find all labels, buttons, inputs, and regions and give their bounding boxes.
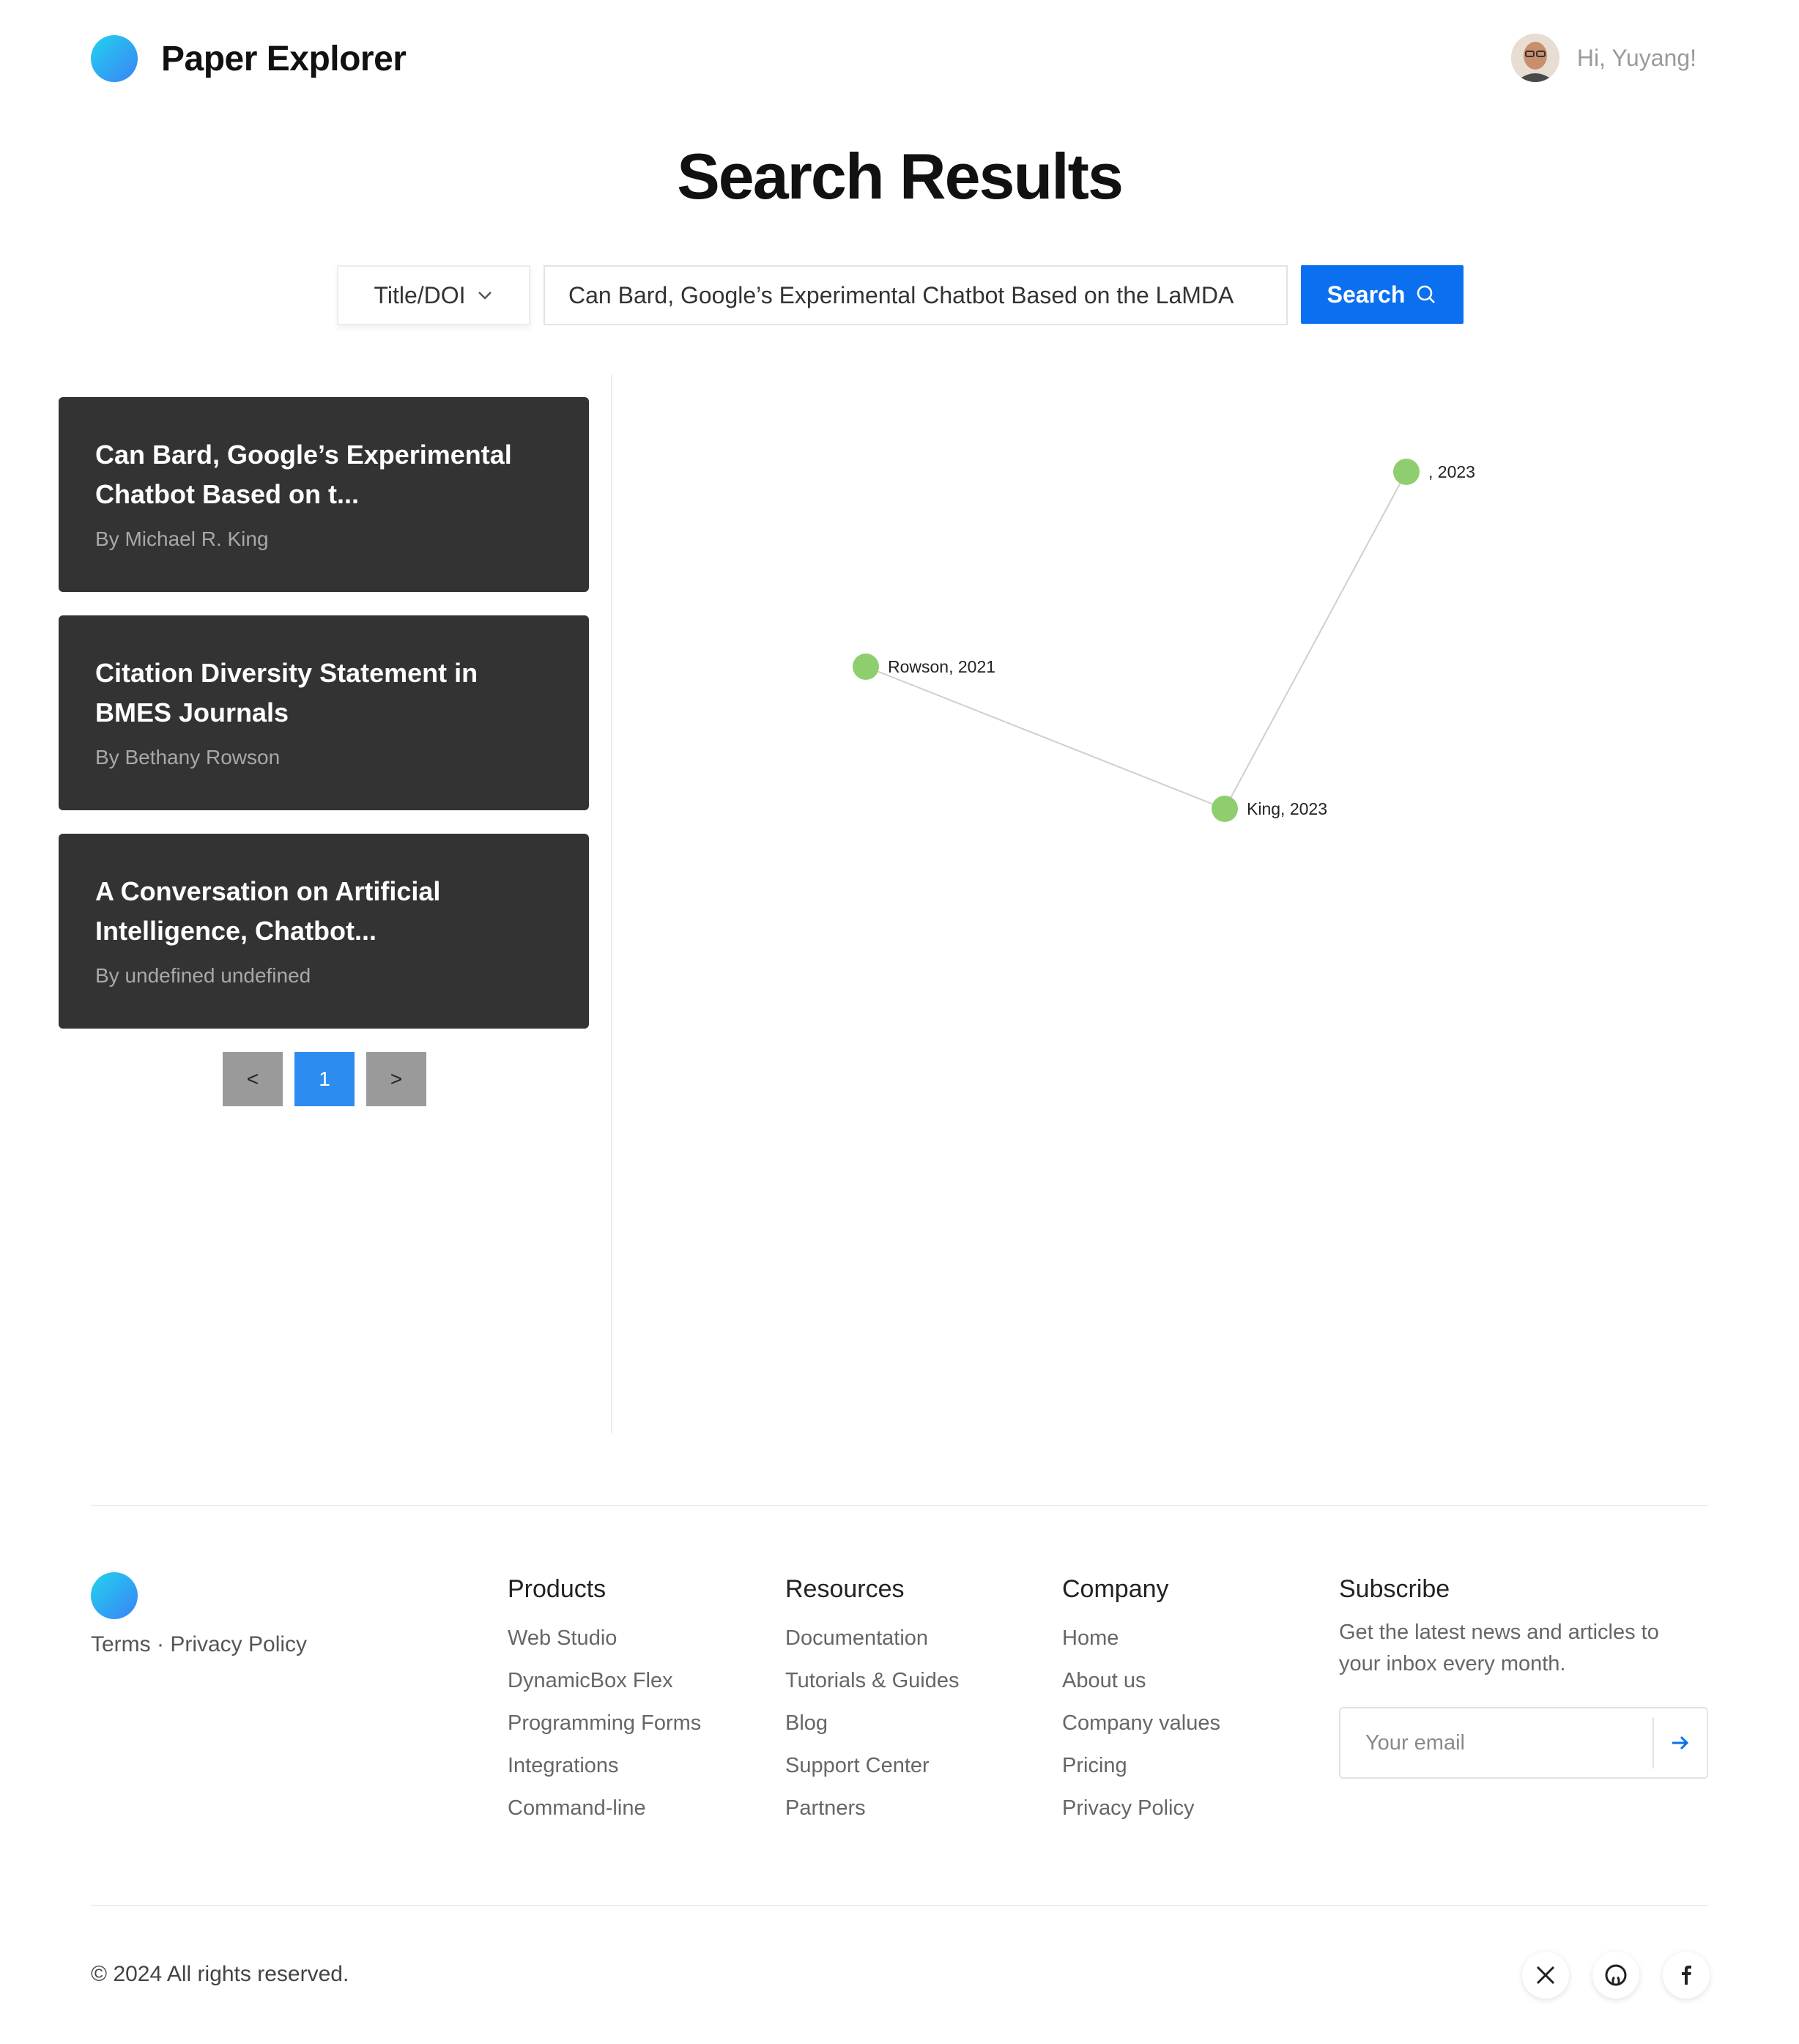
footer-heading: Subscribe (1339, 1575, 1450, 1603)
footer-logo-icon (91, 1572, 138, 1619)
graph-node-label: , 2023 (1428, 462, 1475, 481)
footer-link[interactable]: Blog (785, 1702, 959, 1744)
subscribe-form: Your email (1339, 1707, 1708, 1779)
result-card[interactable]: Citation Diversity Statement in BMES Jou… (59, 615, 589, 810)
search-button-label: Search (1327, 281, 1406, 308)
copyright: © 2024 All rights reserved. (91, 1962, 349, 1986)
page-title: Search Results (677, 140, 1124, 212)
footer-resources: Resources Documentation Tutorials & Guid… (785, 1575, 959, 1829)
search-input[interactable]: Can Bard, Google’s Experimental Chatbot … (544, 265, 1288, 325)
footer-link[interactable]: Programming Forms (508, 1702, 701, 1744)
footer-link[interactable]: Integrations (508, 1744, 701, 1787)
search-icon (1417, 285, 1436, 303)
footer-divider (91, 1505, 1708, 1506)
brand-name: Paper Explorer (161, 39, 407, 78)
footer-company: Company Home About us Company values Pri… (1062, 1575, 1220, 1829)
footer-heading: Resources (785, 1575, 905, 1603)
avatar[interactable] (1510, 34, 1559, 82)
footer-heading: Company (1062, 1575, 1169, 1603)
search-scope-select[interactable]: Title/DOI (337, 265, 530, 325)
result-author: By Bethany Rowson (95, 746, 281, 769)
logo-icon (91, 35, 138, 82)
graph-node[interactable]: King, 2023 (1212, 796, 1327, 822)
footer-link[interactable]: DynamicBox Flex (508, 1659, 701, 1702)
footer-link[interactable]: Support Center (785, 1744, 959, 1787)
result-card[interactable]: Can Bard, Google’s Experimental Chatbot … (59, 397, 589, 592)
footer-link[interactable]: Home (1062, 1617, 1220, 1659)
graph-node[interactable]: , 2023 (1393, 459, 1475, 485)
graph-node-label: King, 2023 (1247, 799, 1327, 818)
footer-link[interactable]: Web Studio (508, 1617, 701, 1659)
footer-subscribe: Subscribe Get the latest news and articl… (1339, 1575, 1705, 1680)
graph-node[interactable]: Rowson, 2021 (853, 653, 995, 680)
search-scope-value: Title/DOI (374, 281, 466, 308)
footer-link[interactable]: Tutorials & Guides (785, 1659, 959, 1702)
citation-graph[interactable]: , 2023 Rowson, 2021 King, 2023 (612, 375, 1708, 1433)
subscribe-description: Get the latest news and articles to your… (1339, 1621, 1659, 1675)
footer-link[interactable]: Privacy Policy (1062, 1787, 1220, 1829)
email-input[interactable]: Your email (1340, 1731, 1653, 1755)
prev-page-button[interactable]: < (223, 1052, 283, 1106)
graph-edge (1224, 471, 1407, 810)
result-title: A Conversation on Artificial Intelligenc… (95, 876, 441, 946)
footer-link[interactable]: Partners (785, 1787, 959, 1829)
footer-link[interactable]: About us (1062, 1659, 1220, 1702)
result-title: Citation Diversity Statement in BMES Jou… (95, 658, 478, 727)
graph-node-label: Rowson, 2021 (888, 657, 995, 676)
result-title: Can Bard, Google’s Experimental Chatbot … (95, 440, 512, 509)
footer-heading: Products (508, 1575, 607, 1603)
x-icon[interactable] (1522, 1952, 1569, 1999)
social-links (1522, 1952, 1710, 1999)
user-menu[interactable]: Hi, Yuyang! (1510, 34, 1696, 82)
result-author: By Michael R. King (95, 527, 269, 550)
result-author: By undefined undefined (95, 964, 311, 987)
subscribe-submit-button[interactable] (1654, 1708, 1707, 1778)
footer-link[interactable]: Command-line (508, 1787, 701, 1829)
github-icon[interactable] (1592, 1952, 1639, 1999)
footer-bottom-divider (91, 1905, 1708, 1906)
footer-link[interactable]: Pricing (1062, 1744, 1220, 1787)
footer-legal-links[interactable]: Terms · Privacy Policy (91, 1632, 307, 1657)
arrow-right-icon (1672, 1736, 1689, 1750)
brand-logo-link[interactable]: Paper Explorer (91, 35, 407, 82)
chevron-down-icon (478, 292, 492, 300)
facebook-icon[interactable] (1663, 1952, 1710, 1999)
footer-link[interactable]: Company values (1062, 1702, 1220, 1744)
pagination: < 1 > (223, 1052, 426, 1106)
page-1-button[interactable]: 1 (294, 1052, 355, 1106)
footer-products: Products Web Studio DynamicBox Flex Prog… (508, 1575, 701, 1829)
footer-link[interactable]: Documentation (785, 1617, 959, 1659)
next-page-button[interactable]: > (366, 1052, 426, 1106)
result-card[interactable]: A Conversation on Artificial Intelligenc… (59, 834, 589, 1029)
search-bar: Title/DOI Can Bard, Google’s Experimenta… (337, 265, 1464, 325)
search-button[interactable]: Search (1301, 265, 1464, 324)
user-greeting: Hi, Yuyang! (1576, 44, 1696, 71)
graph-edge (865, 666, 1225, 810)
